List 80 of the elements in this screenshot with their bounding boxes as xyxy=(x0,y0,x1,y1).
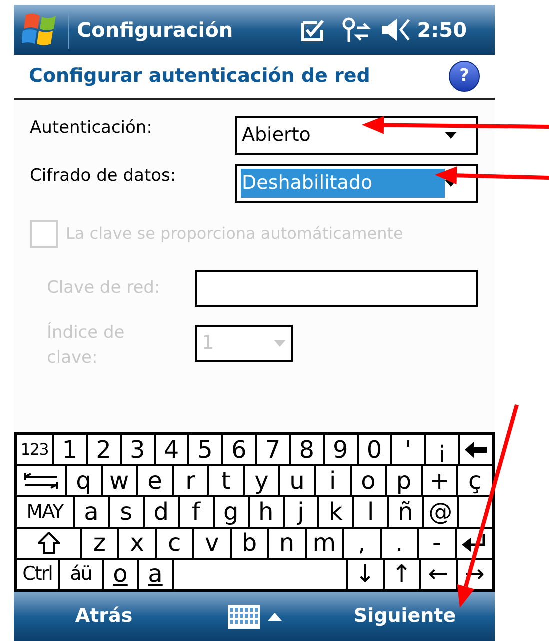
keyboard-key[interactable]: ñ xyxy=(388,496,424,528)
keyboard-key[interactable]: ↓ xyxy=(347,558,384,590)
keyboard-key[interactable]: 0 xyxy=(358,434,392,466)
shift-key[interactable] xyxy=(16,528,81,559)
window-title: Configuración xyxy=(77,17,234,44)
keyboard-key[interactable]: ↑ xyxy=(384,558,420,590)
keyboard-key[interactable]: m xyxy=(306,528,344,559)
tab-icon xyxy=(24,472,58,490)
keyboard-key[interactable]: f xyxy=(178,496,214,528)
checkbox-icon[interactable] xyxy=(301,18,326,42)
keyboard-key[interactable]: t xyxy=(208,465,244,496)
clock[interactable]: 2:50 xyxy=(417,15,467,45)
keyboard-key[interactable]: e xyxy=(137,465,173,496)
dropdown-arrow-icon xyxy=(274,340,286,347)
backspace-icon xyxy=(465,442,488,458)
keyboard-key[interactable]: g xyxy=(214,496,249,528)
keyboard-icon[interactable] xyxy=(228,604,260,628)
keyboard-key[interactable]: d xyxy=(144,496,179,528)
keyboard-key[interactable]: Ctrl xyxy=(16,558,59,590)
keyboard-key[interactable]: 3 xyxy=(120,434,155,466)
keyboard-key[interactable]: 2 xyxy=(86,434,121,466)
keyboard-key[interactable]: MAY xyxy=(16,496,74,528)
key-input-field[interactable] xyxy=(195,270,478,307)
keyboard-key[interactable]: 9 xyxy=(324,434,358,466)
keyboard-key[interactable]: ç xyxy=(457,465,493,496)
back-button[interactable]: Atrás xyxy=(24,602,184,631)
keyboard-key[interactable]: o xyxy=(103,558,138,590)
keyboard-key[interactable]: n xyxy=(268,528,306,559)
keyboard-key[interactable]: h xyxy=(248,496,284,528)
keyboard-key[interactable]: q xyxy=(66,465,102,496)
keyboard-key[interactable]: 1 xyxy=(53,434,87,466)
dropdown-arrow-icon xyxy=(445,132,457,139)
keyboard-key[interactable]: + xyxy=(422,465,458,496)
keyboard-key[interactable]: a xyxy=(74,496,109,528)
keyboard-key[interactable]: 6 xyxy=(222,434,256,466)
keyboard-key[interactable]: a xyxy=(138,558,173,590)
keyboard-key[interactable]: 4 xyxy=(154,434,188,466)
keyboard-key[interactable]: w xyxy=(102,465,138,496)
tab-key[interactable] xyxy=(16,465,66,496)
dropdown-value: Abierto xyxy=(241,123,312,148)
enter-icon xyxy=(462,534,486,552)
keyboard-key[interactable]: i xyxy=(315,465,351,496)
keyboard-key[interactable]: ¡ xyxy=(425,434,460,466)
keyboard-key[interactable]: x xyxy=(118,528,156,559)
help-button[interactable]: ? xyxy=(449,61,480,92)
keyboard-key[interactable]: s xyxy=(108,496,144,528)
keyboard-key[interactable]: ← xyxy=(420,558,456,590)
keyboard-key[interactable]: v xyxy=(193,528,231,559)
keyboard-key[interactable]: , xyxy=(343,528,381,559)
keyboard-key[interactable]: c xyxy=(156,528,194,559)
keyboard-key[interactable]: 7 xyxy=(256,434,290,466)
keyboard-key[interactable]: - xyxy=(418,528,456,559)
space-key[interactable] xyxy=(173,558,347,590)
keyboard-key[interactable]: p xyxy=(386,465,422,496)
keyboard-key[interactable]: o xyxy=(350,465,386,496)
field-label: Autenticación: xyxy=(30,117,154,140)
keyboard-key[interactable]: b xyxy=(230,528,268,559)
keyboard-key[interactable]: j xyxy=(284,496,318,528)
keyboard-key[interactable]: @ xyxy=(423,496,458,528)
keyboard-key[interactable]: k xyxy=(318,496,354,528)
keyboard-key[interactable]: . xyxy=(380,528,418,559)
backspace-key[interactable] xyxy=(459,434,493,466)
caret-up-icon[interactable] xyxy=(268,612,282,620)
keyboard-key[interactable]: áü xyxy=(59,558,103,590)
next-button[interactable]: Siguiente xyxy=(325,602,485,631)
keyboard-key[interactable]: u xyxy=(279,465,316,496)
dropdown-value: Deshabilitado xyxy=(241,169,445,198)
keyboard-key[interactable]: y xyxy=(244,465,280,496)
dropdown[interactable]: Abierto xyxy=(235,116,478,155)
speaker-icon[interactable] xyxy=(381,18,412,42)
page-title: Configurar autenticación de red xyxy=(29,64,372,90)
keyboard-key[interactable]: z xyxy=(81,528,118,559)
keyboard-key[interactable]: l xyxy=(353,496,388,528)
field-label: Cifrado de datos: xyxy=(30,165,178,188)
shift-icon xyxy=(38,532,60,554)
keyboard-key[interactable]: 5 xyxy=(188,434,222,466)
keyboard-key[interactable]: r xyxy=(172,465,208,496)
keyboard-key[interactable]: 123 xyxy=(16,434,53,466)
keyboard-key[interactable]: ' xyxy=(391,434,426,466)
keyboard-key[interactable]: 8 xyxy=(290,434,324,466)
